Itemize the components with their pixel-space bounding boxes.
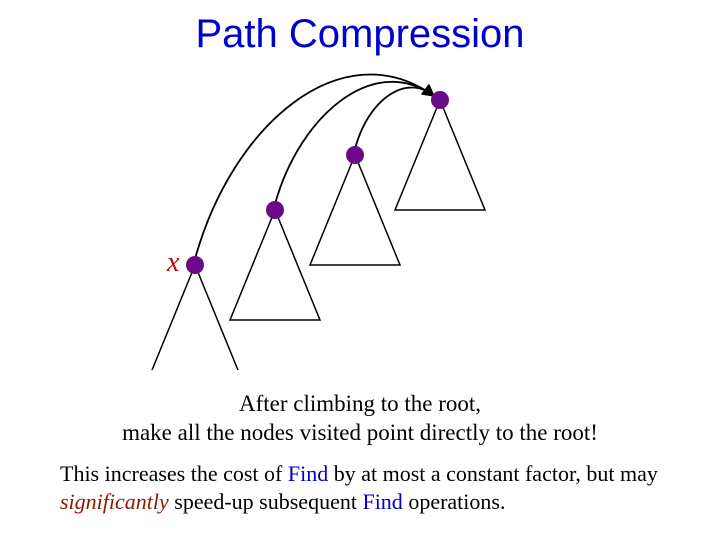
diagram-area: x (130, 70, 590, 370)
inner-node (266, 201, 284, 219)
body-mid: by at most a constant factor, but may (328, 461, 658, 486)
subtree-triangle (230, 210, 320, 320)
path-compression-svg (130, 70, 590, 370)
body-pre: This increases the cost of (60, 461, 288, 486)
inner-node (346, 146, 364, 164)
significantly: significantly (60, 489, 169, 514)
x-node (186, 256, 204, 274)
body-end: operations. (403, 489, 506, 514)
subtree-triangle (310, 155, 400, 265)
compression-arrows (195, 75, 434, 259)
find-keyword-2: Find (362, 489, 402, 514)
subtree-triangle (150, 265, 240, 370)
x-label: x (167, 247, 179, 279)
compression-arrow (355, 87, 434, 149)
slide-title: Path Compression (0, 12, 720, 57)
caption-line-1: After climbing to the root, (239, 391, 481, 416)
subtree-triangles (150, 100, 485, 370)
slide: Path Compression x After climbing to the… (0, 0, 720, 540)
subtree-triangle (395, 100, 485, 210)
find-keyword-1: Find (288, 461, 328, 486)
body-post: speed-up subsequent (169, 489, 363, 514)
body-text: This increases the cost of Find by at mo… (60, 460, 660, 515)
root-node (431, 91, 449, 109)
caption-line-2: make all the nodes visited point directl… (122, 420, 598, 445)
caption: After climbing to the root, make all the… (0, 390, 720, 448)
compression-arrow (195, 75, 434, 259)
